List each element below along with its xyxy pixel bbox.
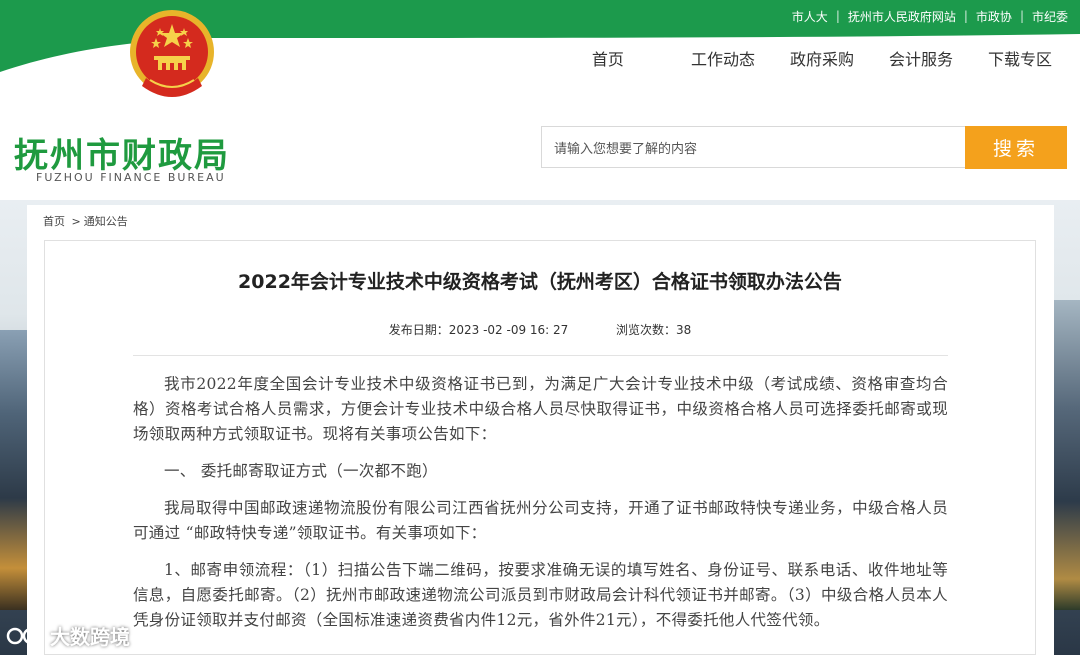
nav-work-news[interactable]: 工作动态 bbox=[691, 46, 755, 70]
site-logo-subtitle: FUZHOU FINANCE BUREAU bbox=[36, 171, 226, 184]
footer-strip bbox=[0, 605, 1080, 655]
breadcrumb-current[interactable]: 通知公告 bbox=[84, 215, 128, 228]
paragraph: 我市2022年度全国会计专业技术中级资格证书已到，为满足广大会计专业技术中级（考… bbox=[133, 375, 948, 443]
nav-procurement[interactable]: 政府采购 bbox=[790, 46, 854, 70]
search-input[interactable]: 请输入您想要了解的内容 bbox=[541, 126, 966, 168]
breadcrumb: 首页 > 通知公告 bbox=[43, 213, 128, 229]
publish-date: 2023 -02 -09 16: 27 bbox=[448, 323, 569, 337]
view-count: 38 bbox=[675, 323, 692, 337]
top-link-cppcc[interactable]: 市政协 bbox=[976, 8, 1012, 25]
top-link-npc[interactable]: 市人大 bbox=[792, 8, 828, 25]
search-button[interactable]: 搜索 bbox=[965, 126, 1067, 169]
top-link-government[interactable]: 抚州市人民政府网站 bbox=[848, 8, 956, 25]
national-emblem-icon bbox=[130, 10, 214, 97]
watermark: 大数跨境 bbox=[6, 621, 130, 650]
top-link-discipline[interactable]: 市纪委 bbox=[1032, 8, 1068, 25]
nav-accounting-services[interactable]: 会计服务 bbox=[889, 46, 953, 70]
publish-date-label: 发布日期： bbox=[388, 323, 449, 337]
breadcrumb-home[interactable]: 首页 bbox=[43, 215, 65, 228]
watermark-text: 大数跨境 bbox=[50, 625, 130, 649]
divider: | bbox=[963, 9, 968, 23]
paragraph: 我局取得中国邮政速递物流股份有限公司江西省抚州分公司支持，开通了证书邮政特快专递… bbox=[133, 499, 948, 542]
site-logo-text[interactable]: 抚州市财政局 bbox=[14, 128, 230, 177]
watermark-logo-icon bbox=[6, 627, 44, 644]
view-count-label: 浏览次数： bbox=[615, 323, 676, 337]
main-nav: 首页 工作动态 政府采购 会计服务 下载专区 bbox=[592, 46, 1052, 70]
divider: | bbox=[835, 9, 840, 23]
top-links: 市人大 | 抚州市人民政府网站 | 市政协 | 市纪委 bbox=[792, 0, 1068, 32]
nav-home[interactable]: 首页 bbox=[592, 46, 624, 70]
section-heading: 一、 委托邮寄取证方式（一次都不跑） bbox=[164, 462, 438, 480]
breadcrumb-separator: > bbox=[71, 215, 81, 228]
article-meta: 发布日期：2023 -02 -09 16: 27 浏览次数：38 bbox=[44, 321, 1036, 338]
divider: | bbox=[1019, 9, 1024, 23]
background-city-right bbox=[1050, 300, 1080, 610]
divider bbox=[133, 355, 948, 356]
nav-downloads[interactable]: 下载专区 bbox=[988, 46, 1052, 70]
article-title: 2022年会计专业技术中级资格考试（抚州考区）合格证书领取办法公告 bbox=[238, 271, 842, 293]
